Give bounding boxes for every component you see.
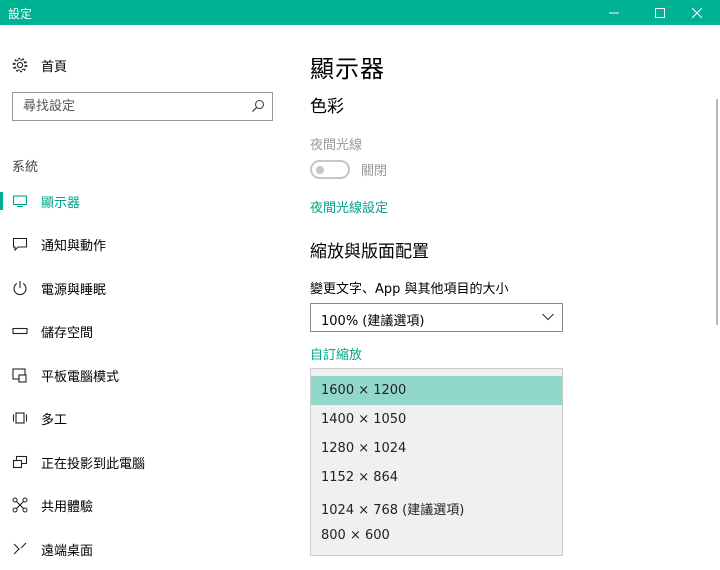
chevron-down-icon <box>542 313 554 321</box>
remote-desktop-icon <box>12 541 28 557</box>
sidebar: 首頁 系統 顯示器 通知與動作 電源與睡眠 儲存空間 <box>0 25 290 570</box>
sidebar-item-notifications[interactable]: 通知與動作 <box>0 226 290 262</box>
multitasking-icon <box>12 410 28 426</box>
monitor-icon <box>12 193 28 209</box>
scale-value: 100% (建議選項) <box>321 314 425 329</box>
projecting-icon <box>12 454 28 470</box>
tablet-mode-icon <box>12 367 28 383</box>
resolution-option[interactable]: 1600 × 1200 <box>311 376 562 405</box>
minimize-button[interactable] <box>591 0 637 25</box>
resolution-option[interactable]: 1400 × 1050 <box>311 405 562 434</box>
resolution-option[interactable]: 1024 × 768 (建議選項) <box>311 492 562 521</box>
window-title: 設定 <box>8 7 33 21</box>
sidebar-item-label: 多工 <box>41 413 68 428</box>
sidebar-item-display[interactable]: 顯示器 <box>0 183 290 219</box>
toggle-knob <box>316 165 324 174</box>
sidebar-item-label: 儲存空間 <box>41 326 94 341</box>
search-input[interactable] <box>13 93 243 120</box>
night-light-state: 關閉 <box>361 164 388 179</box>
group-label-system: 系統 <box>12 160 39 175</box>
search-icon[interactable] <box>251 99 265 113</box>
main-content: 顯示器 色彩 夜間光線 關閉 夜間光線設定 縮放與版面配置 變更文字、App 與… <box>290 25 720 570</box>
sidebar-item-multitasking[interactable]: 多工 <box>0 400 290 436</box>
scale-select[interactable]: 100% (建議選項) <box>310 303 563 332</box>
night-light-settings-link[interactable]: 夜間光線設定 <box>310 197 388 216</box>
sidebar-item-label: 遠端桌面 <box>41 544 94 559</box>
selection-indicator <box>0 192 3 210</box>
night-light-label: 夜間光線 <box>310 138 363 153</box>
gear-icon <box>12 57 28 73</box>
sidebar-item-label: 電源與睡眠 <box>41 283 107 298</box>
custom-scaling-link[interactable]: 自訂縮放 <box>310 344 362 363</box>
sidebar-item-label: 正在投影到此電腦 <box>41 457 146 472</box>
sidebar-item-label: 平板電腦模式 <box>41 370 120 385</box>
sidebar-item-remote-desktop[interactable]: 遠端桌面 <box>0 531 290 567</box>
close-icon <box>692 7 702 18</box>
night-light-toggle[interactable] <box>310 160 350 179</box>
sidebar-item-projecting[interactable]: 正在投影到此電腦 <box>0 444 290 480</box>
title-bar: 設定 <box>0 0 720 25</box>
resolution-option[interactable]: 1152 × 864 <box>311 463 562 492</box>
home-label: 首頁 <box>41 59 68 75</box>
home-link[interactable]: 首頁 <box>12 55 67 75</box>
sidebar-item-tablet-mode[interactable]: 平板電腦模式 <box>0 357 290 393</box>
section-heading-color: 色彩 <box>310 97 344 117</box>
resolution-option[interactable]: 1280 × 1024 <box>311 434 562 463</box>
search-box[interactable] <box>12 92 273 121</box>
scale-label: 變更文字、App 與其他項目的大小 <box>310 282 509 297</box>
section-heading-scale-layout: 縮放與版面配置 <box>310 242 429 262</box>
sidebar-item-label: 通知與動作 <box>41 239 107 254</box>
scrollbar[interactable] <box>716 99 718 325</box>
close-button[interactable] <box>674 0 720 25</box>
minimize-icon <box>609 12 619 13</box>
power-icon <box>12 280 28 296</box>
notification-icon <box>12 236 28 252</box>
shared-experiences-icon <box>12 497 28 513</box>
sidebar-item-label: 共用體驗 <box>41 500 94 515</box>
sidebar-item-label: 顯示器 <box>41 196 81 211</box>
sidebar-item-shared-experiences[interactable]: 共用體驗 <box>0 487 290 523</box>
resolution-dropdown-list: 1600 × 1200 1400 × 1050 1280 × 1024 1152… <box>310 368 563 556</box>
resolution-option[interactable]: 800 × 600 <box>311 521 562 550</box>
sidebar-item-power[interactable]: 電源與睡眠 <box>0 270 290 306</box>
maximize-icon <box>655 7 665 18</box>
page-title: 顯示器 <box>310 55 385 83</box>
storage-icon <box>12 323 28 339</box>
sidebar-item-storage[interactable]: 儲存空間 <box>0 313 290 349</box>
